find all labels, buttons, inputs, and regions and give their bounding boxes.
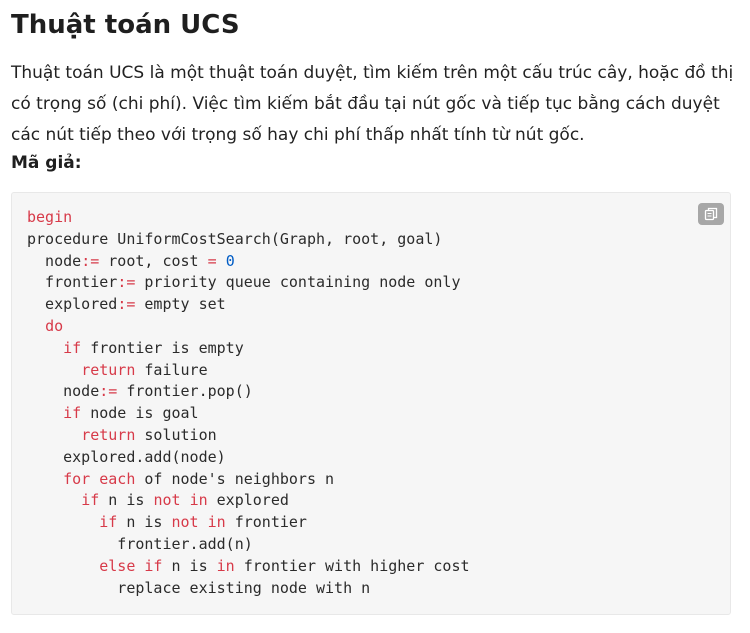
code-line: else if n is in frontier with higher cos…: [99, 556, 470, 575]
code-line: if n is not in explored: [81, 491, 289, 510]
code-line: if n is not in frontier: [99, 513, 307, 532]
code-line: begin: [27, 208, 73, 226]
code-line: frontier:= priority queue containing nod…: [27, 273, 461, 292]
pseudocode[interactable]: begin procedure UniformCostSearch(Graph,…: [12, 193, 730, 599]
code-line: if frontier is empty: [63, 338, 244, 357]
code-line: if node is goal: [63, 404, 199, 423]
page-title: Thuật toán UCS: [11, 10, 240, 40]
code-block: begin procedure UniformCostSearch(Graph,…: [11, 192, 731, 615]
code-line: explored:= empty set: [27, 295, 226, 314]
code-line: node:= frontier.pop(): [27, 382, 253, 401]
pseudocode-label: Mã giả:: [11, 153, 82, 173]
code-line: explored.add(node): [27, 447, 226, 466]
article: Thuật toán UCS Thuật toán UCS là một thu…: [0, 0, 750, 615]
code-line: replace existing node with n: [27, 578, 371, 597]
code-line: node:= root, cost = 0: [27, 251, 235, 270]
code-line: return solution: [81, 425, 217, 444]
code-line: for each of node's neighbors n: [63, 469, 335, 488]
code-line: procedure UniformCostSearch(Graph, root,…: [27, 229, 443, 248]
copy-button[interactable]: [698, 203, 724, 225]
copy-icon: [704, 207, 718, 221]
code-line: frontier.add(n): [27, 534, 253, 553]
code-line: do: [45, 316, 64, 335]
description-paragraph: Thuật toán UCS là một thuật toán duyệt, …: [11, 63, 734, 145]
code-line: return failure: [81, 360, 208, 379]
